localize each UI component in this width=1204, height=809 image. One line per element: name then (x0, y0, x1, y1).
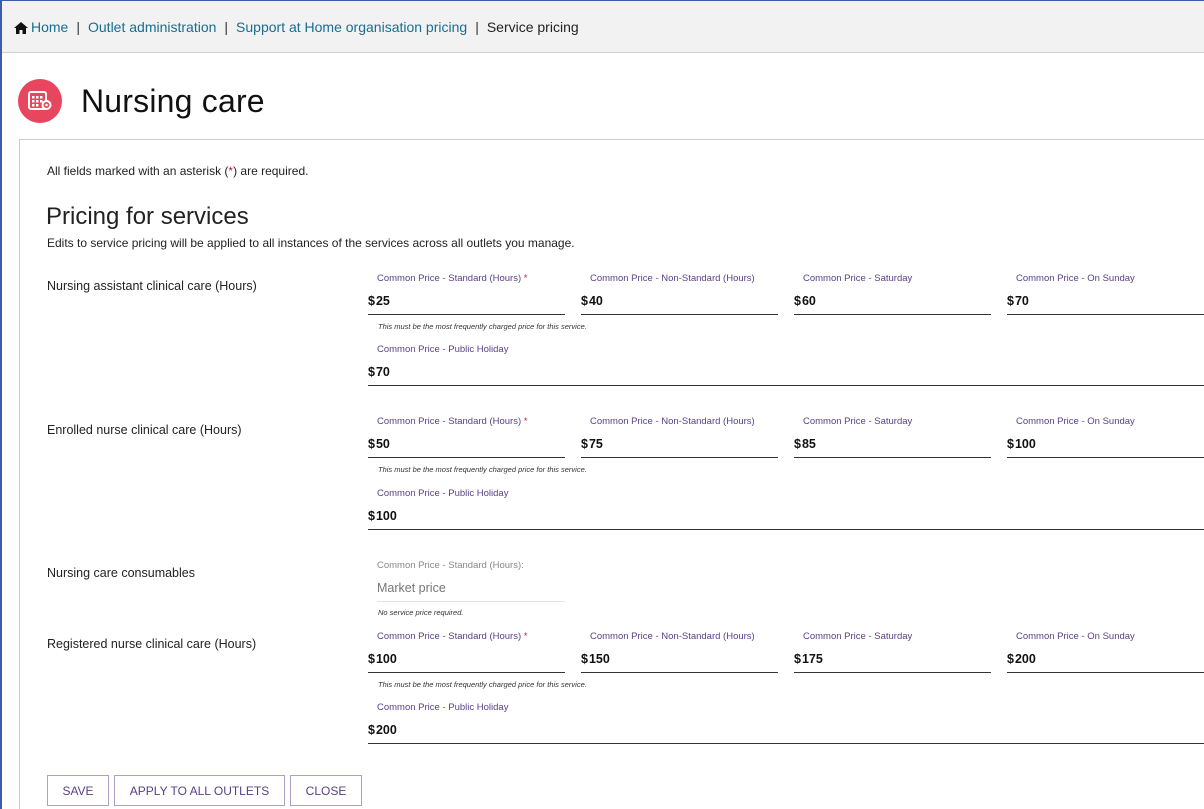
price-input[interactable]: $100 (1007, 430, 1204, 458)
price-input[interactable]: $40 (581, 287, 778, 315)
price-input[interactable]: $200 (368, 716, 1204, 744)
field-label: Common Price - Non-Standard (Hours) (590, 273, 755, 284)
breadcrumb-separator: | (76, 18, 80, 35)
price-input[interactable]: $50 (368, 430, 565, 458)
non-standard-price-field[interactable]: Common Price - Non-Standard (Hours) $75 (581, 416, 778, 458)
price-input[interactable]: $100 (368, 502, 1204, 530)
field-label: Common Price - Saturday (803, 273, 913, 284)
price-input[interactable]: $60 (794, 287, 991, 315)
close-button[interactable]: CLOSE (290, 775, 362, 806)
field-label: Common Price - Non-Standard (Hours) (590, 631, 755, 642)
page-header: Nursing care (18, 78, 265, 124)
breadcrumb-outlet-admin-link[interactable]: Outlet administration (88, 19, 216, 35)
saturday-price-field[interactable]: Common Price - Saturday $85 (794, 416, 991, 458)
price-input[interactable]: $175 (794, 645, 991, 673)
field-label: Common Price - On Sunday (1016, 631, 1135, 642)
field-label: Common Price - Saturday (803, 416, 913, 427)
non-standard-price-field[interactable]: Common Price - Non-Standard (Hours) $150 (581, 631, 778, 673)
standard-price-field[interactable]: Common Price - Standard (Hours) * $100 (368, 631, 565, 673)
non-standard-price-field[interactable]: Common Price - Non-Standard (Hours) $40 (581, 273, 778, 315)
no-price-hint: No service price required. (378, 608, 464, 617)
standard-price-field[interactable]: Common Price - Standard (Hours) * $50 (368, 416, 565, 458)
section-title: Pricing for services (46, 203, 249, 230)
breadcrumb-separator: | (475, 18, 479, 35)
service-name-enrolled-nurse: Enrolled nurse clinical care (Hours) (47, 423, 242, 437)
required-fields-note: All fields marked with an asterisk (*) a… (47, 164, 309, 178)
price-input[interactable]: $100 (368, 645, 565, 673)
field-label: Common Price - Public Holiday (377, 488, 509, 499)
breadcrumb-home-link[interactable]: Home (31, 19, 68, 35)
field-label: Common Price - Non-Standard (Hours) (590, 416, 755, 427)
saturday-price-field[interactable]: Common Price - Saturday $60 (794, 273, 991, 315)
price-input[interactable]: $70 (368, 358, 1204, 386)
service-name-consumables: Nursing care consumables (47, 566, 195, 580)
field-label: Common Price - On Sunday (1016, 273, 1135, 284)
save-button[interactable]: SAVE (47, 775, 109, 806)
frequent-price-hint: This must be the most frequently charged… (378, 465, 587, 474)
service-name-nursing-assistant: Nursing assistant clinical care (Hours) (47, 279, 257, 293)
price-input[interactable]: $25 (368, 287, 565, 315)
price-input[interactable]: $70 (1007, 287, 1204, 315)
sunday-price-field[interactable]: Common Price - On Sunday $70 (1007, 273, 1204, 315)
service-calendar-gear-icon (18, 79, 62, 123)
public-holiday-price-field[interactable]: Common Price - Public Holiday $200 (368, 702, 1204, 744)
public-holiday-price-field[interactable]: Common Price - Public Holiday $70 (368, 344, 1204, 386)
breadcrumb-separator: | (224, 18, 229, 35)
public-holiday-price-field[interactable]: Common Price - Public Holiday $100 (368, 488, 1204, 530)
price-input[interactable]: $75 (581, 430, 778, 458)
field-label: Common Price - Standard (Hours) * (377, 631, 528, 642)
price-input[interactable]: $200 (1007, 645, 1204, 673)
field-label: Common Price - On Sunday (1016, 416, 1135, 427)
apply-to-all-outlets-button[interactable]: APPLY TO ALL OUTLETS (114, 775, 285, 806)
field-label: Common Price - Public Holiday (377, 702, 509, 713)
frequent-price-hint: This must be the most frequently charged… (378, 680, 587, 689)
standard-price-field[interactable]: Common Price - Standard (Hours) * $25 (368, 273, 565, 315)
page-title: Nursing care (81, 82, 265, 119)
field-label: Common Price - Standard (Hours) * (377, 273, 528, 284)
price-input[interactable]: $150 (581, 645, 778, 673)
sunday-price-field[interactable]: Common Price - On Sunday $100 (1007, 416, 1204, 458)
service-name-registered-nurse: Registered nurse clinical care (Hours) (47, 637, 257, 651)
saturday-price-field[interactable]: Common Price - Saturday $175 (794, 631, 991, 673)
home-icon[interactable] (14, 21, 28, 34)
field-label: Common Price - Saturday (803, 631, 913, 642)
breadcrumb: Home | Outlet administration | Support a… (2, 1, 1204, 53)
breadcrumb-current: Service pricing (486, 18, 579, 35)
price-input[interactable]: $85 (794, 430, 991, 458)
field-label: Common Price - Public Holiday (377, 344, 509, 355)
section-description: Edits to service pricing will be applied… (47, 236, 575, 250)
standard-price-field-disabled: Common Price - Standard (Hours): Market … (377, 560, 565, 602)
breadcrumb-org-pricing-link[interactable]: Support at Home organisation pricing (236, 19, 467, 35)
sunday-price-field[interactable]: Common Price - On Sunday $200 (1007, 631, 1204, 673)
frequent-price-hint: This must be the most frequently charged… (378, 322, 587, 331)
field-label: Common Price - Standard (Hours): (377, 560, 524, 571)
market-price-value: Market price (377, 574, 565, 602)
field-label: Common Price - Standard (Hours) * (377, 416, 528, 427)
